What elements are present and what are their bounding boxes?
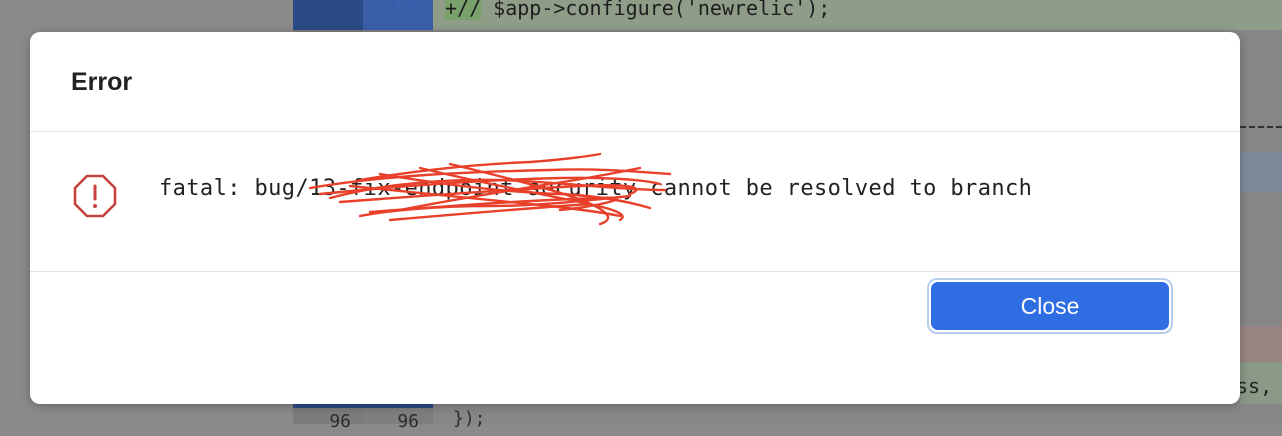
close-button[interactable]: Close bbox=[931, 282, 1169, 330]
code-fragment: ss, bbox=[1236, 374, 1273, 398]
error-message: fatal: bug/13-fix-endpoint-security cann… bbox=[159, 176, 1033, 201]
deleted-line-strip bbox=[1240, 326, 1282, 362]
code-text: $app->configure('newrelic'); bbox=[481, 0, 831, 20]
error-dialog: Error fatal: bug/13-fix-endpoint-securit… bbox=[30, 32, 1240, 404]
new-line-number: 75 bbox=[363, 0, 433, 30]
dialog-header: Error bbox=[30, 32, 1240, 132]
old-line-number: 96 bbox=[293, 404, 363, 432]
dialog-body: fatal: bug/13-fix-endpoint-security cann… bbox=[30, 132, 1240, 272]
code-row: 75 +// $app->configure('newrelic'); bbox=[293, 0, 1282, 30]
dialog-title: Error bbox=[71, 68, 133, 96]
added-marker: +// bbox=[445, 0, 482, 20]
code-line: +// $app->configure('newrelic'); bbox=[433, 0, 1282, 30]
code-row: 96 96 }); bbox=[293, 404, 1282, 432]
new-line-number: 96 bbox=[363, 404, 433, 432]
error-octagon-icon bbox=[73, 174, 117, 218]
old-line-number bbox=[293, 0, 363, 30]
close-button-focus-ring[interactable]: Close bbox=[927, 278, 1173, 334]
divider-line bbox=[1240, 126, 1282, 128]
highlight-strip bbox=[1240, 152, 1282, 192]
code-line: }); bbox=[453, 408, 486, 429]
